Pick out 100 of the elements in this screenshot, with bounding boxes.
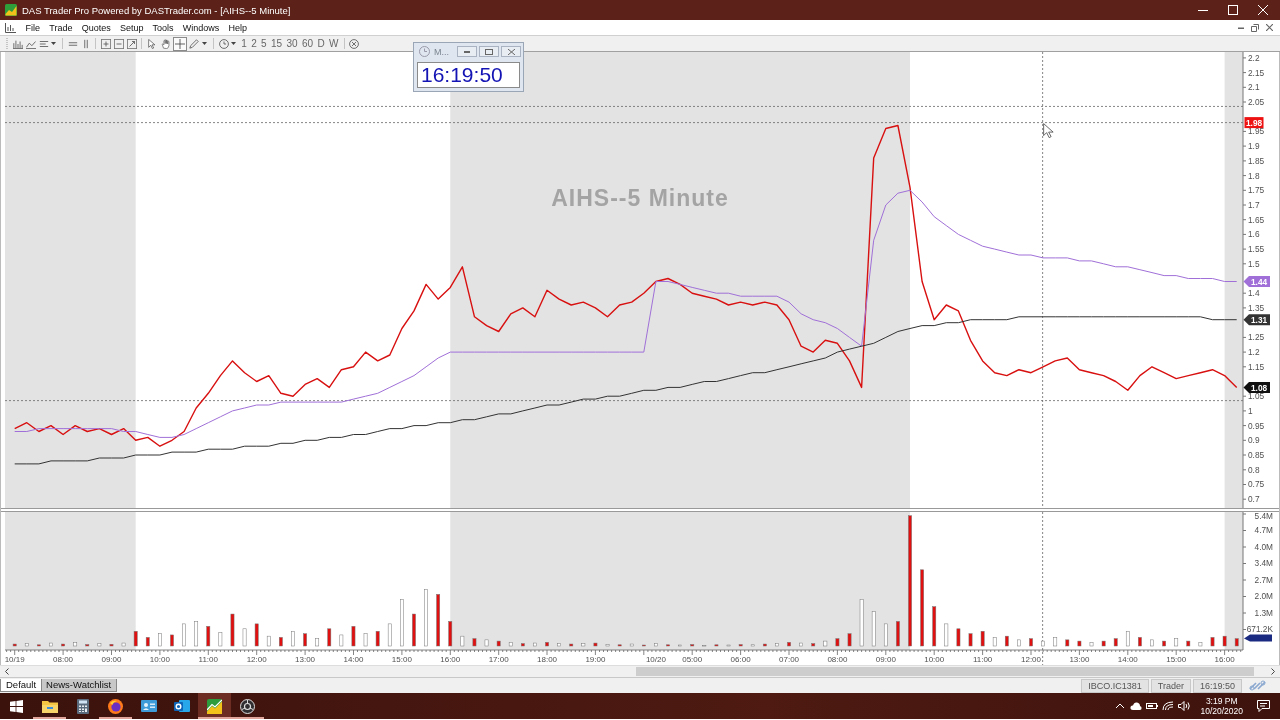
battery-icon[interactable] (1146, 701, 1159, 711)
crosshair-icon (175, 38, 185, 49)
calculator-icon (76, 698, 89, 714)
restore-icon[interactable] (1251, 23, 1259, 32)
interval-button[interactable]: 2 (248, 37, 259, 50)
pencil-icon (189, 38, 199, 49)
axis-label: 2.7M (1254, 575, 1273, 585)
zoom-fit-icon[interactable] (126, 38, 137, 49)
crosshair-price-tag: 1.98 (1244, 117, 1264, 129)
axis-label: 5.4M (1254, 512, 1273, 521)
axis-label: 0.7 (1248, 494, 1260, 505)
chart-menu-icon[interactable] (5, 22, 16, 33)
taskbar-app-button[interactable] (198, 693, 231, 719)
axis-label: 06:00 (730, 655, 751, 664)
sheet-tab[interactable]: Default (0, 679, 43, 692)
tool-button[interactable] (173, 36, 187, 51)
menu-item[interactable]: Trade (44, 22, 78, 33)
aperture-icon (240, 698, 255, 714)
axis-label: 1 (1248, 405, 1253, 416)
axis-label: 1.9 (1248, 141, 1260, 152)
clock-icon[interactable] (218, 38, 229, 49)
chart-watermark: AIHS--5 Minute (551, 185, 729, 211)
zoom-in-icon[interactable] (100, 38, 111, 49)
status-field: Trader (1150, 678, 1191, 693)
axis-label: 3.4M (1254, 558, 1273, 569)
wifi-icon[interactable] (1162, 701, 1175, 711)
axis-label: 07:00 (779, 655, 800, 664)
menu-item[interactable]: Windows (178, 22, 224, 33)
clock-icon (419, 46, 430, 57)
chart-app-icon (207, 698, 222, 714)
axis-label: 0.95 (1248, 420, 1265, 431)
axis-label: 1.5 (1248, 258, 1260, 269)
axis-label: 0.75 (1248, 479, 1265, 490)
menu-item[interactable]: File (21, 22, 45, 33)
clock-window-title: M... (434, 46, 449, 57)
axis-label: 1.05 (1248, 391, 1265, 402)
contact-card-icon (140, 700, 157, 712)
price-tag: 1.08 (1243, 381, 1270, 393)
axis-label: 11:00 (198, 655, 218, 664)
axis-label: 2.05 (1248, 97, 1265, 107)
axis-label: 1.4 (1248, 288, 1260, 299)
interval-button[interactable]: D (315, 37, 327, 50)
cloud-icon[interactable] (1130, 701, 1143, 711)
zoom-out-icon[interactable] (113, 38, 124, 49)
axis-label: 11:00 (972, 655, 993, 664)
maximize-icon (1228, 5, 1238, 15)
minimize-icon (1198, 9, 1208, 11)
app-logo-icon (5, 4, 17, 16)
scrollbar-thumb[interactable] (636, 667, 1254, 676)
axis-label: 12:00 (246, 655, 267, 664)
axis-label: 1.25 (1248, 332, 1265, 343)
notification-icon[interactable] (1257, 700, 1270, 712)
caret-icon[interactable] (202, 42, 207, 45)
axis-label: 09:00 (875, 655, 896, 664)
interval-button[interactable]: W (326, 37, 341, 50)
axis-label: 1.3M (1254, 608, 1273, 618)
pointer-icon (147, 38, 157, 49)
interval-button[interactable]: 5 (258, 37, 269, 50)
chevron-up-icon[interactable] (1114, 701, 1127, 711)
speaker-icon[interactable] (1178, 701, 1191, 711)
cancel-icon[interactable] (349, 38, 360, 49)
axis-label: 19:00 (585, 655, 606, 664)
axis-label: 2.15 (1248, 67, 1265, 78)
axis-label: 09:00 (101, 655, 122, 664)
menu-item[interactable]: Help (223, 22, 252, 33)
interval-button[interactable]: 1 (239, 37, 249, 50)
menu-item[interactable]: Tools (148, 22, 179, 33)
axis-label: 4.7M (1254, 525, 1273, 536)
minimize-button[interactable] (457, 46, 477, 57)
axis-label: 1.55 (1248, 244, 1265, 255)
taskbar-clock[interactable]: 3:19 PM 10/20/2020 (1200, 693, 1243, 719)
axis-label: 1.65 (1248, 214, 1265, 225)
axis-label: 1.35 (1248, 302, 1265, 313)
volume-tag-icon (1244, 634, 1272, 642)
folder-icon (41, 699, 58, 713)
axis-label: 1.6 (1248, 229, 1260, 240)
minimize-icon[interactable] (1238, 26, 1244, 29)
menu-item[interactable]: Quotes (77, 22, 116, 33)
bar-chart-icon[interactable] (12, 38, 23, 49)
caret-icon[interactable] (51, 42, 56, 45)
close-icon[interactable] (1266, 24, 1273, 31)
tool-button[interactable] (159, 36, 173, 51)
interval-button[interactable]: 30 (284, 37, 300, 50)
caret-icon[interactable] (231, 42, 236, 45)
axis-label: 13:00 (295, 655, 316, 664)
list-icon[interactable] (38, 38, 49, 49)
axis-label: 08:00 (827, 655, 848, 664)
axis-label: 0.8 (1248, 464, 1260, 475)
line-chart-icon[interactable] (25, 38, 36, 49)
interval-button[interactable]: 15 (268, 37, 285, 50)
axis-label: 1.75 (1248, 185, 1265, 196)
mail-app-icon (173, 699, 190, 713)
axis-label: 10:00 (924, 655, 945, 664)
axis-label: 1.8 (1248, 170, 1260, 181)
menu-item[interactable]: Setup (115, 22, 148, 33)
mouse-pointer-icon (1043, 123, 1054, 138)
sheet-tab[interactable]: News-Watchlist (40, 679, 118, 692)
interval-button[interactable]: 60 (299, 37, 316, 50)
axis-label: 2.0M (1254, 591, 1273, 602)
axis-label: 1.2 (1248, 347, 1260, 358)
